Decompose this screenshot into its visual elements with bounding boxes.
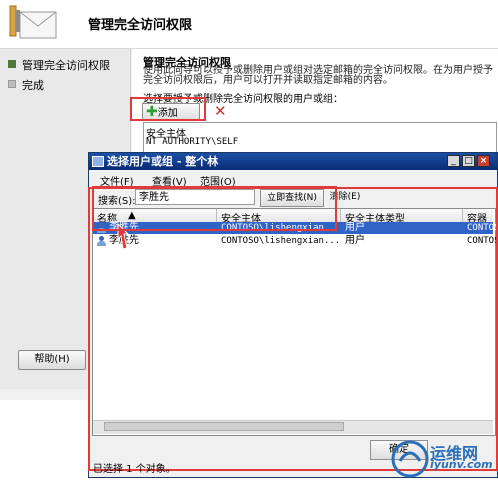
current-step-marker-icon xyxy=(8,60,16,68)
remove-icon[interactable]: ✕ xyxy=(214,102,227,120)
watermark-url: iyunv.com xyxy=(430,458,493,471)
help-button[interactable]: 帮助(H) xyxy=(18,350,86,370)
minimize-icon[interactable]: _ xyxy=(447,155,460,167)
step-manage-full-access: 管理完全访问权限 xyxy=(22,59,110,72)
dialog-titlebar[interactable]: 选择用户或组 - 整个林 xyxy=(89,153,497,170)
mailbox-envelope-icon xyxy=(9,5,57,39)
status-text: 已选择 1 个对象。 xyxy=(93,464,176,475)
maximize-icon[interactable]: □ xyxy=(462,155,475,167)
menu-bar xyxy=(89,170,497,186)
wizard-header xyxy=(0,0,498,49)
highlight-box-add xyxy=(130,97,206,121)
dialog-title: 选择用户或组 - 整个林 xyxy=(107,155,219,168)
pending-step-marker-icon xyxy=(8,80,16,88)
wizard-title: 管理完全访问权限 xyxy=(88,18,193,33)
permission-list-row[interactable]: NT AUTHORITY\SELF xyxy=(146,137,238,147)
description-text: 使用此向导可以授予或删除用户或组对选定邮箱的完全访问权限。在为用户授予完全访问权… xyxy=(143,65,493,86)
step-complete: 完成 xyxy=(22,79,44,92)
close-icon[interactable]: × xyxy=(477,155,490,167)
scrollbar-thumb[interactable] xyxy=(104,422,344,431)
dialog-window-icon xyxy=(92,156,104,167)
